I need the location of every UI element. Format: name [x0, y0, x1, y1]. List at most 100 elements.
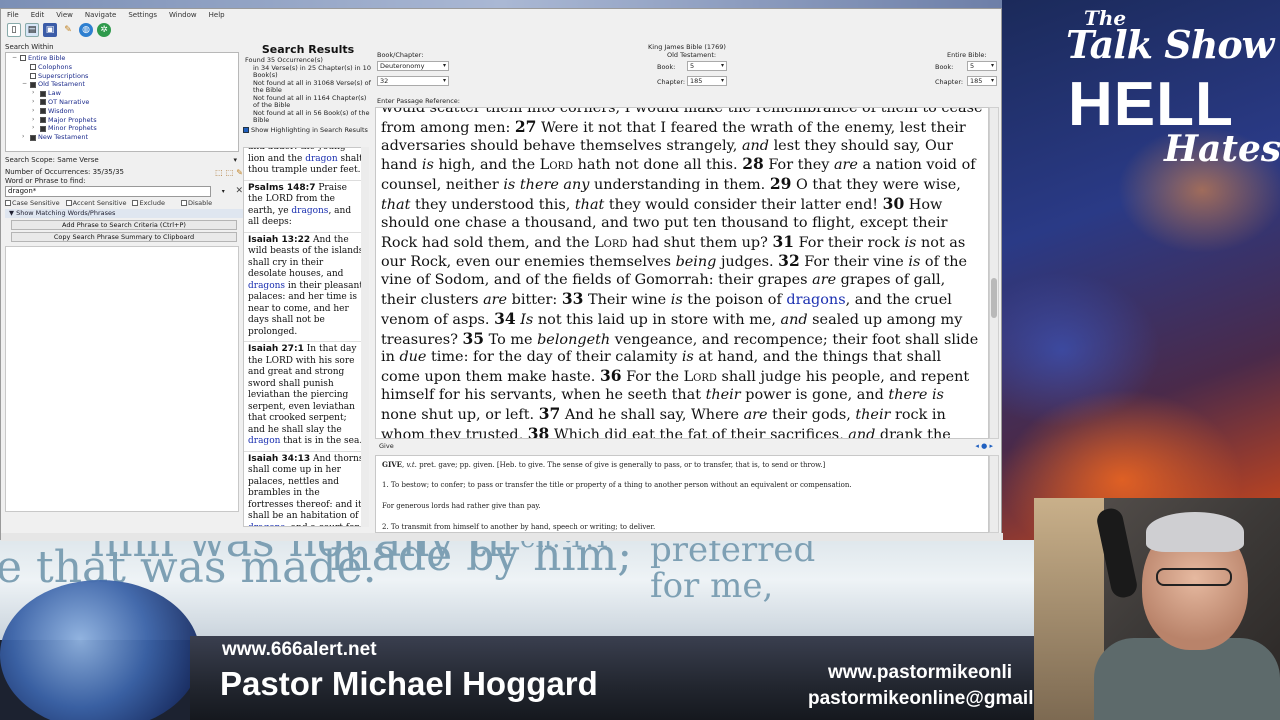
tree-checkbox[interactable]: [40, 116, 46, 123]
results-list[interactable]: and adder: the young lion and the dragon…: [243, 147, 369, 527]
add-phrase-icon[interactable]: ⬚: [215, 168, 223, 177]
cam-person-body: [1094, 638, 1280, 720]
tree-item[interactable]: › Major Prophets: [8, 116, 236, 125]
tree-item[interactable]: − Old Testament: [8, 80, 236, 89]
menu-help[interactable]: Help: [209, 11, 225, 19]
menu-view[interactable]: View: [56, 11, 73, 19]
chevron-down-icon[interactable]: ▾: [222, 188, 225, 195]
result-item[interactable]: and adder: the young lion and the dragon…: [244, 148, 368, 181]
results-scrollbar[interactable]: [361, 147, 369, 527]
logo-hell: HELL: [1068, 70, 1234, 139]
globe-icon[interactable]: ◍: [79, 23, 93, 37]
entire-book-label: Book:: [935, 63, 954, 71]
tree-checkbox[interactable]: [30, 72, 36, 79]
disable-checkbox[interactable]: Disable: [180, 199, 212, 207]
tree-item[interactable]: Colophons: [8, 63, 236, 72]
logo-talk-show: Talk Show: [1066, 22, 1274, 67]
tree-item[interactable]: › OT Narrative: [8, 98, 236, 107]
copy-summary-button[interactable]: Copy Search Phrase Summary to Clipboard: [11, 232, 237, 242]
result-ref: Isaiah 34:13: [248, 453, 311, 464]
scripture-passage: would scatter them into corners, I would…: [381, 107, 983, 439]
dictionary-panel[interactable]: GIVE, v.t. pret. gave; pp. given. [Heb. …: [375, 455, 989, 533]
tree-toggle-icon[interactable]: ›: [32, 116, 38, 125]
entire-book-select[interactable]: 5: [967, 61, 997, 71]
result-item[interactable]: Isaiah 34:13 And thorns shall come up in…: [244, 452, 368, 527]
tree-item-label: Superscriptions: [38, 71, 89, 80]
toolbar: ▯ ▤ ▣ ✎ ◍ ✲: [1, 21, 1001, 39]
result-item[interactable]: Psalms 148:7 Praise the LORD from the ea…: [244, 181, 368, 233]
menu-settings[interactable]: Settings: [128, 11, 157, 19]
copy-icon[interactable]: ⬚: [226, 168, 234, 177]
tree-checkbox[interactable]: [40, 108, 46, 115]
ot-label: Old Testament:: [667, 51, 717, 59]
dict-entry-head: GIVE, v.t. pret. gave; pp. given. [Heb. …: [382, 460, 826, 469]
exclude-checkbox[interactable]: Exclude: [132, 199, 165, 207]
case-sensitive-checkbox[interactable]: Case Sensitive: [5, 199, 60, 207]
nav-arrows-icon[interactable]: ◂ ● ▸: [975, 439, 993, 453]
bible-app-window: File Edit View Navigate Settings Window …: [0, 8, 1003, 541]
new-icon[interactable]: ▯: [7, 23, 21, 37]
tree-item[interactable]: › Wisdom: [8, 107, 236, 116]
highlight-icon[interactable]: ✎: [236, 168, 243, 177]
result-text: that is in the sea.: [280, 436, 363, 446]
globe-graphic: [0, 580, 200, 720]
search-scope[interactable]: Search Scope: Same Verse ▾: [5, 156, 243, 164]
tree-toggle-icon[interactable]: −: [12, 54, 18, 63]
book-select[interactable]: Deuteronomy: [377, 61, 449, 71]
menu-window[interactable]: Window: [169, 11, 197, 19]
dictionary-bar: Give ◂ ● ▸: [375, 439, 999, 453]
scripture-view[interactable]: would scatter them into corners, I would…: [375, 107, 989, 439]
open-icon[interactable]: ▤: [25, 23, 39, 37]
tree-item[interactable]: › Law: [8, 89, 236, 98]
tree-checkbox[interactable]: [40, 90, 46, 97]
result-item[interactable]: Isaiah 27:1 In that day the LORD with hi…: [244, 342, 368, 452]
tree-toggle-icon[interactable]: ›: [22, 133, 28, 142]
add-phrase-button[interactable]: Add Phrase to Search Criteria (Ctrl+P): [11, 220, 237, 230]
result-ref: Isaiah 13:22: [248, 234, 311, 245]
scripture-scrollbar[interactable]: [989, 107, 999, 439]
menu-edit[interactable]: Edit: [31, 11, 45, 19]
settings-icon[interactable]: ✲: [97, 23, 111, 37]
tree-toggle-icon[interactable]: −: [22, 80, 28, 89]
entire-chapter-select[interactable]: 185: [967, 76, 997, 86]
ot-book-select[interactable]: 5: [687, 61, 727, 71]
phrase-input[interactable]: dragon*: [5, 185, 211, 197]
tree-toggle-icon[interactable]: ›: [32, 98, 38, 107]
accent-sensitive-checkbox[interactable]: Accent Sensitive: [65, 199, 126, 207]
search-results-panel: Search Results Found 35 Occurrence(s) in…: [243, 43, 373, 533]
tree-item[interactable]: › New Testament: [8, 133, 236, 142]
result-hit: dragon: [305, 153, 338, 164]
tree-item[interactable]: − Entire Bible: [8, 54, 236, 63]
show-matching-toggle[interactable]: ▼ Show Matching Words/Phrases: [5, 209, 243, 218]
dictionary-scrollbar[interactable]: [989, 455, 999, 533]
passage-ref-label: Enter Passage Reference:: [377, 97, 460, 105]
banner-website: www.666alert.net: [222, 639, 377, 660]
ot-chapter-select[interactable]: 185: [687, 76, 727, 86]
tree-checkbox[interactable]: [30, 64, 36, 71]
clear-icon[interactable]: ✕: [235, 186, 243, 196]
tree-toggle-icon[interactable]: ›: [32, 89, 38, 98]
save-icon[interactable]: ▣: [43, 23, 57, 37]
tree-checkbox[interactable]: [20, 55, 26, 62]
pen-icon[interactable]: ✎: [61, 23, 75, 37]
tree-toggle-icon[interactable]: ›: [32, 124, 38, 133]
scrollbar-thumb[interactable]: [991, 278, 997, 318]
chapter-select[interactable]: 32: [377, 76, 449, 86]
tree-checkbox[interactable]: [40, 125, 46, 132]
result-hit: dragons: [248, 523, 285, 527]
tree-checkbox[interactable]: [30, 81, 36, 88]
bible-bg-line: en. 1:1: [520, 540, 611, 554]
tree-checkbox[interactable]: [30, 134, 36, 141]
tree-item[interactable]: › Minor Prophets: [8, 124, 236, 133]
tree-checkbox[interactable]: [40, 99, 46, 106]
menu-file[interactable]: File: [7, 11, 19, 19]
menu-navigate[interactable]: Navigate: [85, 11, 116, 19]
show-logo: The Talk Show HELL Hates: [1060, 4, 1280, 174]
ot-chapter-label: Chapter:: [657, 78, 686, 86]
result-item[interactable]: Isaiah 13:22 And the wild beasts of the …: [244, 233, 368, 342]
tree-toggle-icon[interactable]: ›: [32, 107, 38, 116]
show-highlighting-checkbox[interactable]: Show Highlighting in Search Results: [243, 126, 373, 134]
tree-item[interactable]: Superscriptions: [8, 72, 236, 81]
scope-value: Same Verse: [57, 156, 99, 164]
menubar: File Edit View Navigate Settings Window …: [1, 9, 1001, 21]
